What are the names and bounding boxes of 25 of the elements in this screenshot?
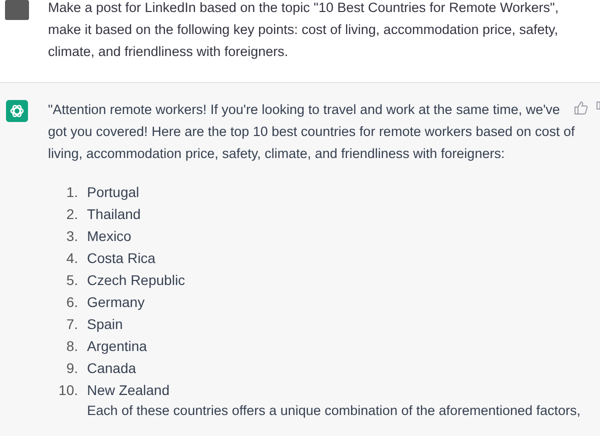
- list-number: 6.: [65, 294, 78, 310]
- list-item: Mexico: [87, 228, 132, 244]
- list-number: 8.: [65, 338, 78, 354]
- thumbs-up-icon[interactable]: [574, 101, 588, 115]
- list-item: Costa Rica: [87, 250, 156, 266]
- list-item: Spain: [87, 316, 123, 332]
- user-avatar: [5, 0, 29, 20]
- list-number: 1.: [65, 184, 78, 200]
- list-item: Argentina: [87, 338, 147, 354]
- list-number: 9.: [65, 360, 78, 376]
- list-item: New Zealand: [87, 382, 170, 398]
- list-number: 10.: [58, 382, 78, 398]
- list-item: Germany: [87, 294, 145, 310]
- list-number: 2.: [65, 206, 78, 222]
- list-item: Thailand: [87, 206, 141, 222]
- list-number: 5.: [65, 272, 78, 288]
- assistant-message: "Attention remote workers! If you're looking to travel and work at the same time, we've got you covered! Here are the top 10 best countries for remote workers based on cost of living, accommodation price, safety, climate, and friendliness with foreigners:: [48, 101, 576, 163]
- list-item: Czech Republic: [87, 272, 186, 288]
- assistant-logo-icon: [6, 100, 28, 122]
- user-message: Make a post for LinkedIn based on the topic "10 Best Countries for Remote Workers", make it based on the following key points: cost of living, accommodation price, safety, climate, and friendliness with foreigners.: [48, 0, 560, 61]
- list-number: 3.: [65, 228, 78, 244]
- list-number: 7.: [65, 316, 78, 332]
- list-item: Portugal: [87, 184, 140, 200]
- list-item: Canada: [87, 360, 136, 376]
- list-number: 4.: [65, 250, 78, 266]
